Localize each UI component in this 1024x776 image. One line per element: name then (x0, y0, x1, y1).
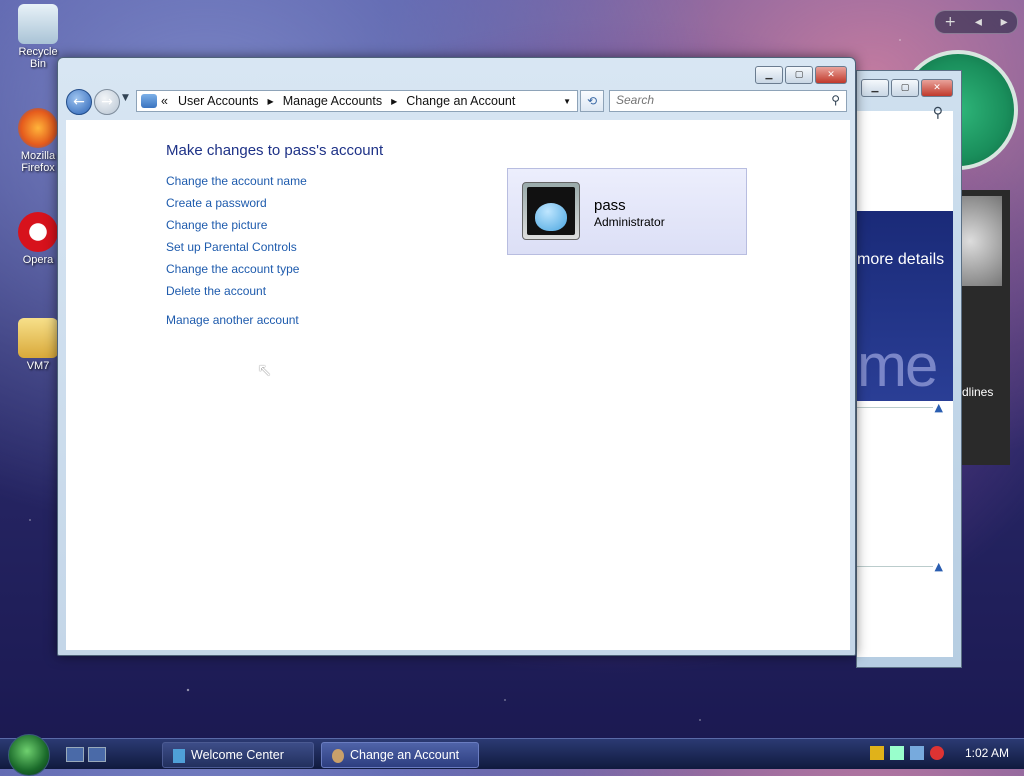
desktop-icon-label: Mozilla Firefox (20, 150, 56, 174)
security-shield-icon[interactable] (870, 746, 884, 760)
change-account-type-link[interactable]: Change the account type (166, 260, 307, 282)
back-button[interactable]: ← (66, 89, 92, 115)
firefox-icon (18, 108, 58, 148)
folder-icon (18, 318, 58, 358)
navigation-bar: ← → ▼ « User Accounts ▶ Manage Accounts … (66, 88, 847, 115)
minimize-button[interactable]: ▁ (755, 66, 783, 84)
welcome-banner: more details me (857, 211, 953, 401)
delete-account-link[interactable]: Delete the account (166, 282, 307, 304)
task-links: Change the account name Create a passwor… (166, 172, 307, 333)
change-picture-link[interactable]: Change the picture (166, 216, 307, 238)
breadcrumb-overflow[interactable]: « (161, 94, 168, 108)
account-name: pass (594, 197, 626, 214)
sidebar-gadget-controls: + ◂ ▸ (934, 10, 1018, 34)
search-icon[interactable]: ⚲ (831, 93, 840, 107)
slideshow-gadget (962, 196, 1002, 286)
divider (857, 566, 933, 567)
account-type: Administrator (594, 215, 665, 229)
address-bar[interactable]: « User Accounts ▶ Manage Accounts ▶ Chan… (136, 90, 578, 112)
search-input[interactable] (610, 91, 822, 109)
page-title: Make changes to pass's account (166, 142, 384, 159)
taskbar-item-change-account[interactable]: Change an Account (321, 742, 479, 768)
welcome-center-icon (173, 748, 185, 763)
sidebar-gadget-panel: dlines (962, 190, 1010, 465)
create-password-link[interactable]: Create a password (166, 194, 307, 216)
taskbar-item-label: Change an Account (350, 748, 460, 762)
maximize-button[interactable]: ▢ (785, 66, 813, 84)
banner-text: me (857, 332, 938, 399)
minimize-button[interactable]: ▁ (861, 79, 889, 97)
recycle-bin-icon (18, 4, 58, 44)
taskbar: Welcome Center Change an Account 1:02 AM (0, 734, 1024, 776)
manage-another-account-link[interactable]: Manage another account (166, 311, 307, 333)
close-button[interactable]: ✕ (921, 79, 953, 97)
volume-muted-icon[interactable] (930, 746, 944, 760)
search-box[interactable]: ⚲ (609, 90, 847, 112)
user-picture-icon (535, 203, 567, 231)
taskbar-item-welcome-center[interactable]: Welcome Center (162, 742, 314, 768)
network-icon[interactable] (910, 746, 924, 760)
chevron-up-icon[interactable]: ▲ (935, 401, 943, 414)
search-icon[interactable]: ⚲ (933, 105, 943, 121)
forward-button[interactable]: → (94, 89, 120, 115)
tray-app-icon[interactable] (890, 746, 904, 760)
switch-windows-icon[interactable] (88, 747, 106, 762)
start-button[interactable] (8, 734, 50, 776)
user-accounts-icon (332, 748, 344, 763)
welcome-center-content: ⚲ more details me ▲ ▲ (857, 105, 953, 657)
next-gadget-icon[interactable]: ▸ (1001, 14, 1008, 30)
avatar (522, 182, 580, 240)
taskbar-item-label: Welcome Center (191, 748, 284, 762)
more-details-link[interactable]: more details (857, 251, 944, 269)
mouse-pointer-icon: ↖ (257, 360, 273, 381)
desktop-icon-label: Opera (22, 254, 54, 266)
refresh-button[interactable]: ⟲ (580, 90, 604, 112)
add-gadget-icon[interactable]: + (944, 14, 956, 30)
parental-controls-link[interactable]: Set up Parental Controls (166, 238, 307, 260)
system-tray (870, 746, 944, 760)
maximize-button[interactable]: ▢ (891, 79, 919, 97)
breadcrumb-user-accounts[interactable]: User Accounts (178, 94, 259, 108)
breadcrumb-manage-accounts[interactable]: Manage Accounts (283, 94, 382, 108)
previous-gadget-icon[interactable]: ◂ (975, 14, 982, 30)
show-desktop-icon[interactable] (66, 747, 84, 762)
breadcrumb-arrow-icon[interactable]: ▶ (268, 97, 274, 106)
breadcrumb-change-account[interactable]: Change an Account (406, 94, 515, 108)
chevron-up-icon[interactable]: ▲ (935, 560, 943, 573)
change-account-window[interactable]: ▁ ▢ ✕ ← → ▼ « User Accounts ▶ Manage Acc… (57, 57, 856, 656)
user-accounts-icon (141, 94, 157, 108)
desktop-icon-label: VM7 (26, 360, 50, 372)
close-button[interactable]: ✕ (815, 66, 847, 84)
opera-icon (18, 212, 58, 252)
divider (857, 407, 933, 408)
taskbar-clock[interactable]: 1:02 AM (965, 746, 1009, 760)
breadcrumb-arrow-icon[interactable]: ▶ (391, 97, 397, 106)
change-account-name-link[interactable]: Change the account name (166, 172, 307, 194)
desktop-icon-label: Recycle Bin (18, 46, 58, 70)
account-tile: pass Administrator (507, 168, 747, 255)
recent-pages-dropdown[interactable]: ▼ (122, 93, 129, 103)
welcome-center-window[interactable]: ▁ ▢ ✕ ⚲ more details me ▲ ▲ (856, 70, 962, 668)
address-dropdown-icon[interactable]: ▼ (563, 97, 571, 106)
headlines-label: dlines (962, 385, 994, 399)
content-pane: Make changes to pass's account Change th… (66, 120, 850, 650)
